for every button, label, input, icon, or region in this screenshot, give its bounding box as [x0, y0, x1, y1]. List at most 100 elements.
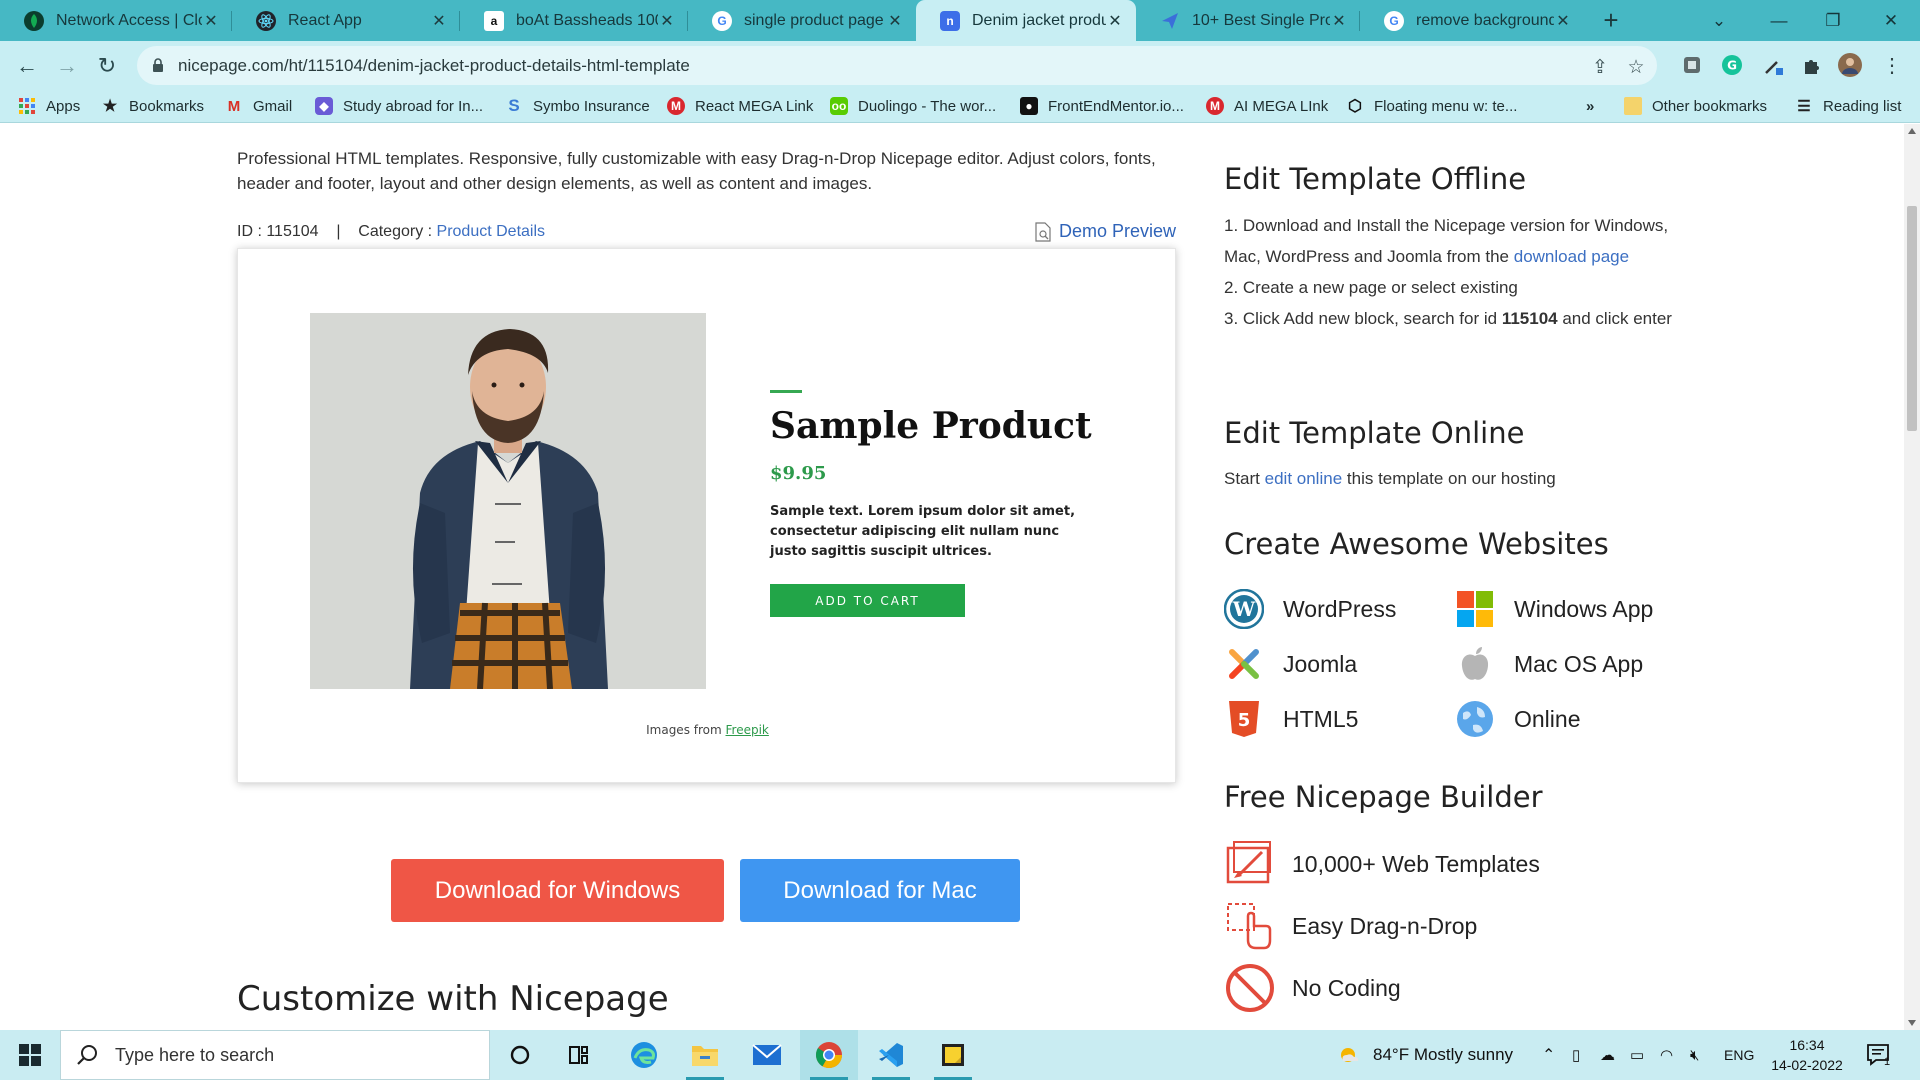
tab-network-access[interactable]: Network Access | Clou ✕: [0, 0, 232, 41]
device-icon[interactable]: ▯: [1572, 1030, 1580, 1080]
platform-windows[interactable]: Windows App: [1455, 589, 1653, 629]
scroll-down-arrow-icon[interactable]: [1908, 1020, 1916, 1026]
close-icon[interactable]: ✕: [1554, 11, 1572, 31]
puzzle-extensions-icon[interactable]: [1800, 53, 1824, 77]
download-mac-button[interactable]: Download for Mac: [740, 859, 1020, 922]
profile-avatar-icon[interactable]: [1838, 53, 1862, 77]
restore-button[interactable]: ❐: [1806, 0, 1860, 41]
close-icon[interactable]: ✕: [658, 11, 676, 31]
image-credit: Images from Freepik: [238, 723, 1177, 737]
bookmark-study-abroad[interactable]: ◆ Study abroad for In...: [315, 90, 483, 122]
bookmark-label: Duolingo - The wor...: [858, 97, 997, 115]
platform-html5[interactable]: 5 HTML5: [1224, 699, 1358, 739]
bookmark-gmail[interactable]: M Gmail: [225, 90, 292, 122]
sticky-notes-icon[interactable]: [924, 1030, 982, 1080]
tab-single-product-page[interactable]: G single product page t ✕: [688, 0, 916, 41]
share-icon[interactable]: ⇪: [1589, 56, 1611, 78]
edge-icon[interactable]: [615, 1030, 673, 1080]
category-link[interactable]: Product Details: [437, 223, 546, 240]
grammarly-icon[interactable]: G: [1720, 53, 1744, 77]
show-hidden-icons-chevron-icon[interactable]: ⌃: [1542, 1030, 1555, 1080]
bookmarks-overflow-chevron[interactable]: »: [1586, 90, 1594, 122]
online-prefix: Start: [1224, 469, 1260, 488]
bookmark-bookmarks[interactable]: ★ Bookmarks: [101, 90, 204, 122]
tab-search-chevron-icon[interactable]: ⌄: [1692, 0, 1746, 41]
download-page-link[interactable]: download page: [1514, 247, 1629, 266]
vscode-icon[interactable]: [862, 1030, 920, 1080]
bookmark-react-mega[interactable]: M React MEGA Link: [667, 90, 813, 122]
bookmark-symbo[interactable]: S Symbo Insurance: [505, 90, 649, 122]
address-bar[interactable]: nicepage.com/ht/115104/denim-jacket-prod…: [137, 46, 1657, 85]
templates-icon: [1226, 841, 1271, 884]
bookmark-star-icon[interactable]: ☆: [1625, 56, 1647, 78]
download-windows-button[interactable]: Download for Windows: [391, 859, 724, 922]
bookmark-frontendmentor[interactable]: ● FrontEndMentor.io...: [1020, 90, 1184, 122]
edit-online-link[interactable]: edit online: [1265, 469, 1343, 488]
close-icon[interactable]: ✕: [1330, 11, 1348, 31]
add-to-cart-button[interactable]: ADD TO CART: [770, 584, 965, 617]
windows-logo-icon: [1457, 591, 1493, 627]
bookmark-apps[interactable]: Apps: [18, 90, 80, 122]
bookmark-ai-mega[interactable]: M AI MEGA LInk: [1206, 90, 1328, 122]
bookmark-label: Gmail: [253, 97, 293, 115]
language-indicator[interactable]: ENG: [1724, 1030, 1754, 1080]
color-picker-icon[interactable]: [1762, 53, 1786, 77]
customize-heading: Customize with Nicepage: [237, 979, 669, 1019]
tab-remove-background[interactable]: G remove background f ✕: [1360, 0, 1584, 41]
mail-icon[interactable]: [738, 1030, 796, 1080]
platform-mac[interactable]: Mac OS App: [1455, 644, 1643, 684]
platform-online[interactable]: Online: [1455, 699, 1580, 739]
chrome-icon[interactable]: [800, 1030, 858, 1080]
bookmark-other[interactable]: Other bookmarks: [1624, 90, 1767, 122]
platform-wordpress[interactable]: W WordPress: [1224, 589, 1396, 629]
file-explorer-icon[interactable]: [676, 1030, 734, 1080]
extension-icon[interactable]: [1680, 53, 1704, 77]
bookmark-duolingo[interactable]: oo Duolingo - The wor...: [830, 90, 996, 122]
platform-joomla[interactable]: Joomla: [1224, 644, 1357, 684]
tab-denim-jacket[interactable]: n Denim jacket product ✕: [916, 0, 1136, 41]
offline-heading: Edit Template Offline: [1224, 162, 1527, 196]
task-view-icon[interactable]: [551, 1030, 609, 1080]
close-icon[interactable]: ✕: [886, 11, 904, 31]
scroll-up-arrow-icon[interactable]: [1908, 128, 1916, 134]
tab-best-single-product[interactable]: 10+ Best Single Prod ✕: [1136, 0, 1360, 41]
new-tab-button[interactable]: +: [1596, 0, 1626, 41]
tab-react-app[interactable]: React App ✕: [232, 0, 460, 41]
template-preview-card[interactable]: Sample Product $9.95 Sample text. Lorem …: [237, 248, 1176, 783]
wifi-icon[interactable]: ◠: [1660, 1030, 1673, 1080]
close-icon[interactable]: ✕: [1106, 11, 1124, 31]
close-window-button[interactable]: ✕: [1864, 0, 1918, 41]
bookmark-reading-list[interactable]: ☰ Reading list: [1795, 90, 1901, 122]
tab-title: remove background f: [1416, 11, 1554, 29]
weather-widget[interactable]: 84°F Mostly sunny: [1337, 1030, 1513, 1080]
reload-icon[interactable]: ↻: [89, 48, 125, 84]
start-button[interactable]: [0, 1030, 60, 1080]
notification-center-icon[interactable]: 1: [1866, 1030, 1892, 1080]
close-icon[interactable]: ✕: [202, 11, 220, 31]
taskbar-search[interactable]: Type here to search: [60, 1030, 490, 1080]
menu-kebab-icon[interactable]: ⋮: [1880, 53, 1904, 77]
windows-taskbar: Type here to search 84°F Mostly sunny ⌃ …: [0, 1030, 1920, 1080]
amazon-icon: a: [484, 10, 504, 31]
reading-list-icon: ☰: [1797, 98, 1811, 115]
scrollbar-thumb[interactable]: [1907, 206, 1917, 431]
cortana-icon[interactable]: [491, 1030, 549, 1080]
back-arrow-icon[interactable]: ←: [9, 48, 45, 84]
demo-preview-link[interactable]: Demo Preview: [1034, 221, 1176, 242]
system-clock[interactable]: 16:34 14-02-2022: [1770, 1035, 1844, 1075]
minimize-button[interactable]: —: [1752, 0, 1806, 41]
freepik-link[interactable]: Freepik: [726, 723, 769, 737]
battery-icon[interactable]: ▭: [1630, 1030, 1644, 1080]
volume-muted-icon[interactable]: 🔇︎: [1690, 1030, 1699, 1080]
close-icon[interactable]: ✕: [430, 11, 448, 31]
html5-icon: 5: [1229, 701, 1259, 737]
page-scrollbar[interactable]: [1904, 124, 1920, 1030]
apps-grid-icon: [18, 97, 36, 115]
tab-strip: Network Access | Clou ✕ React App ✕ a bo…: [0, 0, 1920, 41]
onedrive-cloud-icon[interactable]: ☁: [1600, 1030, 1615, 1080]
star-icon: ★: [102, 98, 118, 115]
codepen-icon: ⬡: [1348, 98, 1362, 115]
forward-arrow-icon[interactable]: →: [49, 48, 85, 84]
tab-boat-bassheads[interactable]: a boAt Bassheads 100 in ✕: [460, 0, 688, 41]
bookmark-floating-menu[interactable]: ⬡ Floating menu w: te...: [1346, 90, 1517, 122]
